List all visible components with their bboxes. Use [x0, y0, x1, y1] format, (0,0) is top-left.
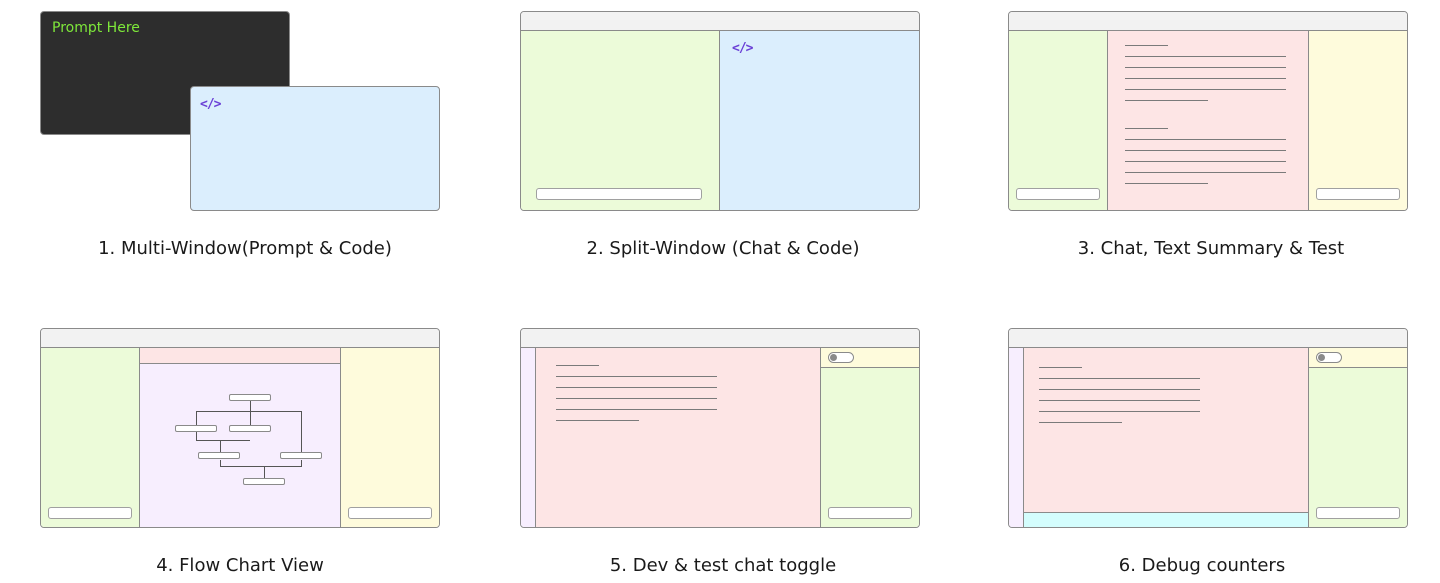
chat-input-bar[interactable]	[536, 188, 702, 200]
flow-connector	[196, 411, 302, 412]
dev-heading-line	[1039, 367, 1082, 368]
debug-counter-bar	[1024, 513, 1309, 527]
flow-header-pane	[140, 348, 341, 364]
flow-connector	[220, 466, 302, 467]
test-input-bar[interactable]	[348, 507, 432, 519]
side-rail	[1009, 348, 1024, 527]
caption-4: 4. Flow Chart View	[156, 555, 324, 576]
toggle-knob	[1318, 354, 1325, 361]
summary-text-line	[1125, 139, 1286, 140]
toggle-bar	[1309, 348, 1407, 368]
dev-text-line	[1039, 411, 1200, 412]
flow-connector	[196, 440, 250, 441]
summary-text-line	[1125, 100, 1208, 101]
code-icon: </>	[200, 97, 222, 112]
flow-connector	[264, 466, 265, 478]
dev-text-line	[556, 387, 717, 388]
panel-dev-test-toggle	[520, 328, 920, 528]
toggle-switch-icon[interactable]	[828, 352, 854, 363]
toggle-bar	[821, 348, 919, 368]
window-titlebar	[41, 329, 439, 348]
panel-chat-summary-test	[1008, 11, 1408, 211]
chat-input-bar[interactable]	[48, 507, 132, 519]
summary-text-line	[1125, 67, 1286, 68]
summary-text-line	[1125, 150, 1286, 151]
prompt-label: Prompt Here	[52, 20, 140, 36]
caption-2: 2. Split-Window (Chat & Code)	[586, 238, 860, 259]
toggle-switch-icon[interactable]	[1316, 352, 1342, 363]
dev-text-line	[1039, 400, 1200, 401]
summary-heading-line	[1125, 45, 1168, 46]
summary-text-line	[1125, 161, 1286, 162]
test-pane	[1309, 31, 1407, 210]
flow-node[interactable]	[198, 452, 240, 459]
dev-text-line	[556, 409, 717, 410]
dev-text-line	[1039, 378, 1200, 379]
test-pane	[341, 348, 439, 527]
panel-debug-counters	[1008, 328, 1408, 528]
window-titlebar	[521, 12, 919, 31]
flow-node[interactable]	[229, 394, 271, 401]
dev-text-line	[556, 420, 639, 421]
toggle-knob	[830, 354, 837, 361]
flow-node[interactable]	[229, 425, 271, 432]
side-rail	[521, 348, 536, 527]
code-icon: </>	[732, 41, 754, 56]
summary-text-line	[1125, 183, 1208, 184]
test-chat-pane	[1309, 368, 1407, 527]
flow-chart-pane	[140, 364, 341, 527]
dev-pane	[1024, 348, 1309, 513]
flow-node[interactable]	[175, 425, 217, 432]
summary-pane	[1108, 31, 1309, 210]
caption-6: 6. Debug counters	[1118, 555, 1286, 576]
dev-pane	[536, 348, 821, 527]
test-input-bar[interactable]	[1316, 188, 1400, 200]
window-titlebar	[521, 329, 919, 348]
code-pane: </>	[720, 31, 919, 210]
flow-node[interactable]	[280, 452, 322, 459]
chat-pane	[41, 348, 140, 527]
panel-split-window: </>	[520, 11, 920, 211]
code-window: </>	[190, 86, 440, 211]
window-titlebar	[1009, 12, 1407, 31]
flow-connector	[250, 401, 251, 411]
dev-text-line	[1039, 422, 1122, 423]
caption-5: 5. Dev & test chat toggle	[609, 555, 837, 576]
panel-flow-chart	[40, 328, 440, 528]
summary-text-line	[1125, 89, 1286, 90]
caption-1: 1. Multi-Window(Prompt & Code)	[98, 238, 392, 259]
dev-text-line	[556, 398, 717, 399]
test-chat-pane	[821, 368, 919, 527]
summary-text-line	[1125, 172, 1286, 173]
chat-pane	[521, 31, 720, 210]
dev-text-line	[1039, 389, 1200, 390]
summary-heading-line	[1125, 128, 1168, 129]
dev-heading-line	[556, 365, 599, 366]
flow-node[interactable]	[243, 478, 285, 485]
test-chat-input-bar[interactable]	[828, 507, 912, 519]
chat-pane	[1009, 31, 1108, 210]
flow-connector	[301, 411, 302, 454]
summary-text-line	[1125, 78, 1286, 79]
chat-input-bar[interactable]	[1016, 188, 1100, 200]
summary-text-line	[1125, 56, 1286, 57]
test-chat-input-bar[interactable]	[1316, 507, 1400, 519]
window-titlebar	[1009, 329, 1407, 348]
caption-3: 3. Chat, Text Summary & Test	[1077, 238, 1345, 259]
dev-text-line	[556, 376, 717, 377]
